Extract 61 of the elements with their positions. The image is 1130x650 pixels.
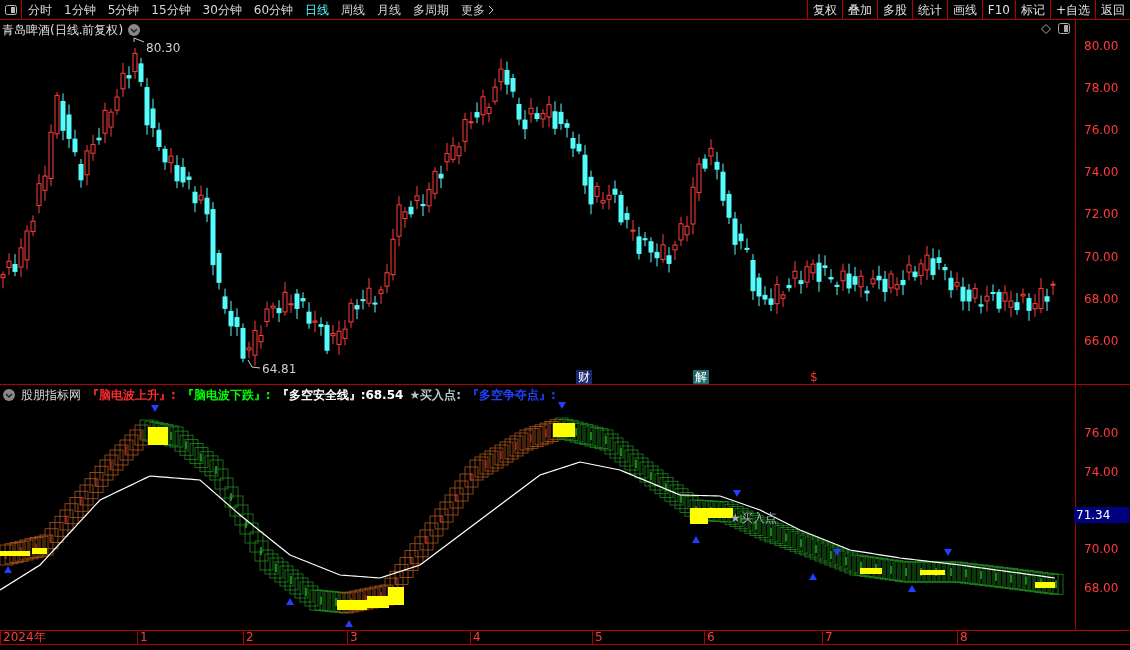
date-label: 4 xyxy=(470,631,481,644)
legend-item: 『多空安全线』:68.54 xyxy=(276,387,404,404)
period-tab[interactable]: 30分钟 xyxy=(202,0,242,19)
toolbar-button[interactable]: +自选 xyxy=(1049,0,1095,19)
high-price-label: 80.30 xyxy=(146,40,181,57)
indicator-tick: 68.00 xyxy=(1084,581,1119,595)
period-tab[interactable]: 60分钟 xyxy=(253,0,294,19)
date-label: 1 xyxy=(137,631,148,644)
event-marker[interactable]: $ xyxy=(808,370,820,384)
toolbar-button[interactable]: F10 xyxy=(981,0,1015,19)
date-label: 7 xyxy=(822,631,833,644)
stock-title: 青岛啤酒(日线.前复权) xyxy=(2,22,124,39)
period-tab[interactable]: 日线 xyxy=(305,0,330,19)
date-label: 2024年 xyxy=(0,631,46,644)
date-label: 2 xyxy=(243,631,254,644)
toolbar-button[interactable]: 多股 xyxy=(876,0,912,19)
more-menu[interactable]: 更多 xyxy=(461,0,495,19)
price-tick: 78.00 xyxy=(1084,81,1119,96)
buy-point-label: ★买入点 xyxy=(730,510,777,527)
legend-item: ★买入点: xyxy=(409,387,461,404)
low-price-label: 64.81 xyxy=(262,361,297,378)
period-tab[interactable]: 5分钟 xyxy=(107,0,140,19)
date-label: 6 xyxy=(704,631,715,644)
period-tab[interactable]: 分时 xyxy=(28,0,52,19)
period-tab[interactable]: 1分钟 xyxy=(64,0,96,19)
price-tick: 74.00 xyxy=(1084,165,1119,180)
chevron-down-icon[interactable] xyxy=(3,389,15,401)
price-tick: 80.00 xyxy=(1084,39,1119,53)
indicator-tick: 70.00 xyxy=(1084,542,1119,556)
price-tick: 68.00 xyxy=(1084,291,1119,306)
chevron-icon xyxy=(488,4,495,15)
date-label: 3 xyxy=(347,631,358,644)
price-tick: 72.00 xyxy=(1084,207,1119,222)
price-tick: 76.00 xyxy=(1084,123,1119,138)
indicator-name: 股朋指标网 xyxy=(21,387,81,404)
legend-item: 『脑电波下跌』: xyxy=(181,387,271,404)
price-tick: 66.00 xyxy=(1084,333,1119,348)
price-tick: 70.00 xyxy=(1084,249,1119,264)
toolbar-button[interactable]: 统计 xyxy=(911,0,947,19)
toolbar-button[interactable]: 画线 xyxy=(946,0,982,19)
chevron-down-icon[interactable] xyxy=(128,24,141,36)
toolbar-button[interactable]: 标记 xyxy=(1014,0,1050,19)
period-tab[interactable]: 周线 xyxy=(341,0,366,19)
indicator-tick: 74.00 xyxy=(1084,465,1119,479)
panel-toggle-icon[interactable] xyxy=(1058,23,1070,34)
event-marker[interactable]: 财 xyxy=(576,370,592,384)
date-label: 5 xyxy=(592,631,603,644)
period-tab[interactable]: 15分钟 xyxy=(151,0,191,19)
period-tab[interactable]: 月线 xyxy=(377,0,402,19)
indicator-tick: 76.00 xyxy=(1084,426,1119,440)
date-label: 8 xyxy=(957,631,968,644)
diamond-icon[interactable] xyxy=(1041,24,1051,34)
toolbar-button[interactable]: 叠加 xyxy=(841,0,877,19)
current-value-badge: 71.34 xyxy=(1074,507,1129,523)
toolbar-button[interactable]: 复权 xyxy=(806,0,842,19)
legend-item: 『脑电波上升』: xyxy=(87,387,176,404)
panel-toggle-icon[interactable] xyxy=(4,4,17,15)
toolbar-button[interactable]: 返回 xyxy=(1095,0,1130,19)
period-tab[interactable]: 多周期 xyxy=(413,0,450,19)
event-marker[interactable]: 解 xyxy=(693,370,709,384)
legend-item: 『多空争夺点』: xyxy=(466,387,556,404)
